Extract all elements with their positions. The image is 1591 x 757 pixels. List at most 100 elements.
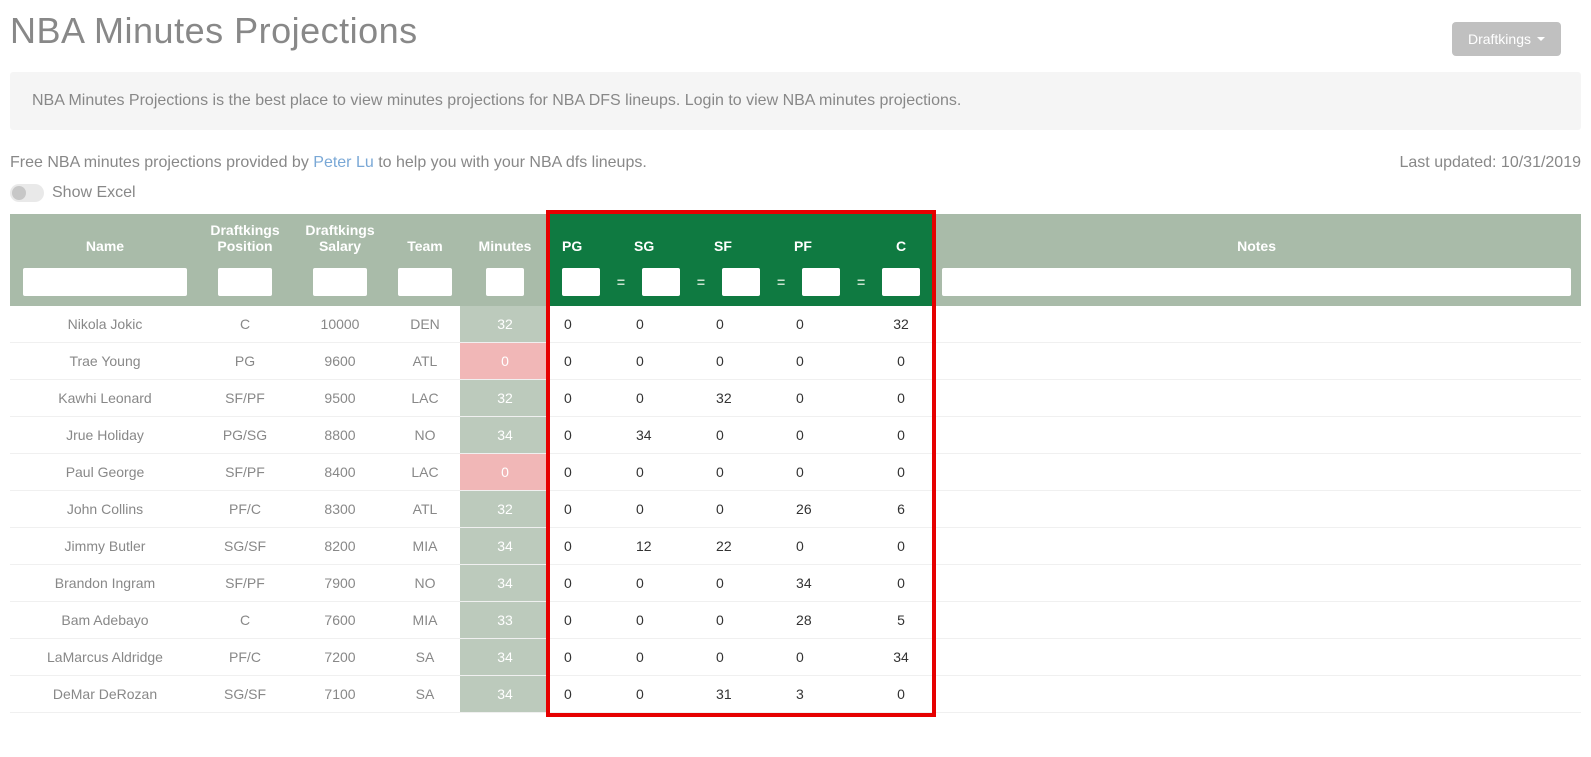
- col-name[interactable]: Name: [10, 214, 200, 262]
- site-dropdown-label: Draftkings: [1468, 31, 1531, 47]
- cell-notes: [932, 602, 1581, 639]
- cell-notes: [932, 454, 1581, 491]
- table-row: Kawhi LeonardSF/PF9500LAC32003200: [10, 380, 1581, 417]
- cell-notes: [932, 380, 1581, 417]
- cell-sf: 0: [710, 343, 790, 380]
- cell-name: Paul George: [10, 454, 200, 491]
- col-minutes[interactable]: Minutes: [460, 214, 550, 262]
- cell-sf: 0: [710, 491, 790, 528]
- col-dk-sal[interactable]: Draftkings Salary: [290, 214, 390, 262]
- filter-pf[interactable]: [802, 268, 840, 296]
- cell-sg: 0: [630, 454, 710, 491]
- cell-salary: 8400: [290, 454, 390, 491]
- site-dropdown[interactable]: Draftkings: [1452, 22, 1561, 56]
- equals-icon: =: [612, 262, 630, 306]
- cell-notes: [932, 343, 1581, 380]
- cell-pos: SF/PF: [200, 565, 290, 602]
- cell-sf: 32: [710, 380, 790, 417]
- cell-c: 0: [870, 528, 932, 565]
- cell-pos: SF/PF: [200, 454, 290, 491]
- author-link[interactable]: Peter Lu: [313, 154, 373, 171]
- filter-dk-sal[interactable]: [313, 268, 367, 296]
- cell-sf: 0: [710, 639, 790, 676]
- cell-pg: 0: [550, 602, 630, 639]
- cell-pg: 0: [550, 454, 630, 491]
- cell-pf: 34: [790, 565, 870, 602]
- cell-minutes: 34: [460, 676, 550, 713]
- col-dk-pos[interactable]: Draftkings Position: [200, 214, 290, 262]
- chevron-down-icon: [1537, 37, 1545, 41]
- cell-notes: [932, 676, 1581, 713]
- last-updated-value: 10/31/2019: [1501, 154, 1581, 171]
- cell-sg: 34: [630, 417, 710, 454]
- cell-sf: 0: [710, 565, 790, 602]
- cell-salary: 7200: [290, 639, 390, 676]
- table-row: Paul GeorgeSF/PF8400LAC000000: [10, 454, 1581, 491]
- cell-notes: [932, 306, 1581, 343]
- cell-pos: PF/C: [200, 639, 290, 676]
- filter-c[interactable]: [882, 268, 920, 296]
- cell-minutes: 0: [460, 454, 550, 491]
- cell-team: MIA: [390, 528, 460, 565]
- cell-pos: SG/SF: [200, 528, 290, 565]
- cell-team: SA: [390, 676, 460, 713]
- col-pf[interactable]: PF: [790, 214, 870, 262]
- filter-dk-pos[interactable]: [218, 268, 272, 296]
- cell-pos: SG/SF: [200, 676, 290, 713]
- col-sg[interactable]: SG: [630, 214, 710, 262]
- cell-pg: 0: [550, 417, 630, 454]
- filter-sf[interactable]: [722, 268, 760, 296]
- cell-pos: SF/PF: [200, 380, 290, 417]
- cell-c: 5: [870, 602, 932, 639]
- cell-minutes: 32: [460, 491, 550, 528]
- cell-pos: PG/SG: [200, 417, 290, 454]
- cell-notes: [932, 528, 1581, 565]
- cell-salary: 8300: [290, 491, 390, 528]
- col-sf[interactable]: SF: [710, 214, 790, 262]
- cell-name: Nikola Jokic: [10, 306, 200, 343]
- cell-team: MIA: [390, 602, 460, 639]
- cell-minutes: 34: [460, 528, 550, 565]
- cell-sf: 0: [710, 454, 790, 491]
- cell-name: DeMar DeRozan: [10, 676, 200, 713]
- cell-sf: 0: [710, 417, 790, 454]
- info-post: to help you with your NBA dfs lineups.: [374, 154, 647, 171]
- cell-pf: 0: [790, 380, 870, 417]
- filter-notes[interactable]: [942, 268, 1570, 296]
- filter-pg[interactable]: [562, 268, 600, 296]
- toggle-knob: [12, 186, 26, 200]
- col-team[interactable]: Team: [390, 214, 460, 262]
- equals-icon: =: [772, 262, 790, 306]
- filter-minutes[interactable]: [486, 268, 524, 296]
- cell-pg: 0: [550, 639, 630, 676]
- cell-c: 0: [870, 565, 932, 602]
- col-c[interactable]: C: [870, 214, 932, 262]
- cell-sg: 0: [630, 491, 710, 528]
- filter-name[interactable]: [23, 268, 187, 296]
- filter-team[interactable]: [398, 268, 452, 296]
- table-row: Nikola JokicC10000DEN32000032: [10, 306, 1581, 343]
- cell-sg: 0: [630, 676, 710, 713]
- show-excel-toggle[interactable]: [10, 184, 44, 202]
- filter-sg[interactable]: [642, 268, 680, 296]
- col-pg[interactable]: PG: [550, 214, 630, 262]
- cell-name: Bam Adebayo: [10, 602, 200, 639]
- cell-pf: 0: [790, 343, 870, 380]
- col-notes[interactable]: Notes: [932, 214, 1581, 262]
- cell-pf: 0: [790, 306, 870, 343]
- cell-salary: 8800: [290, 417, 390, 454]
- cell-notes: [932, 639, 1581, 676]
- last-updated-label: Last updated:: [1400, 154, 1501, 171]
- table-row: Bam AdebayoC7600MIA33000285: [10, 602, 1581, 639]
- cell-c: 0: [870, 454, 932, 491]
- cell-c: 0: [870, 380, 932, 417]
- cell-salary: 7900: [290, 565, 390, 602]
- cell-minutes: 33: [460, 602, 550, 639]
- cell-pg: 0: [550, 306, 630, 343]
- cell-notes: [932, 491, 1581, 528]
- table-row: DeMar DeRozanSG/SF7100SA34003130: [10, 676, 1581, 713]
- cell-minutes: 32: [460, 380, 550, 417]
- equals-icon: =: [852, 262, 870, 306]
- cell-name: Trae Young: [10, 343, 200, 380]
- cell-notes: [932, 565, 1581, 602]
